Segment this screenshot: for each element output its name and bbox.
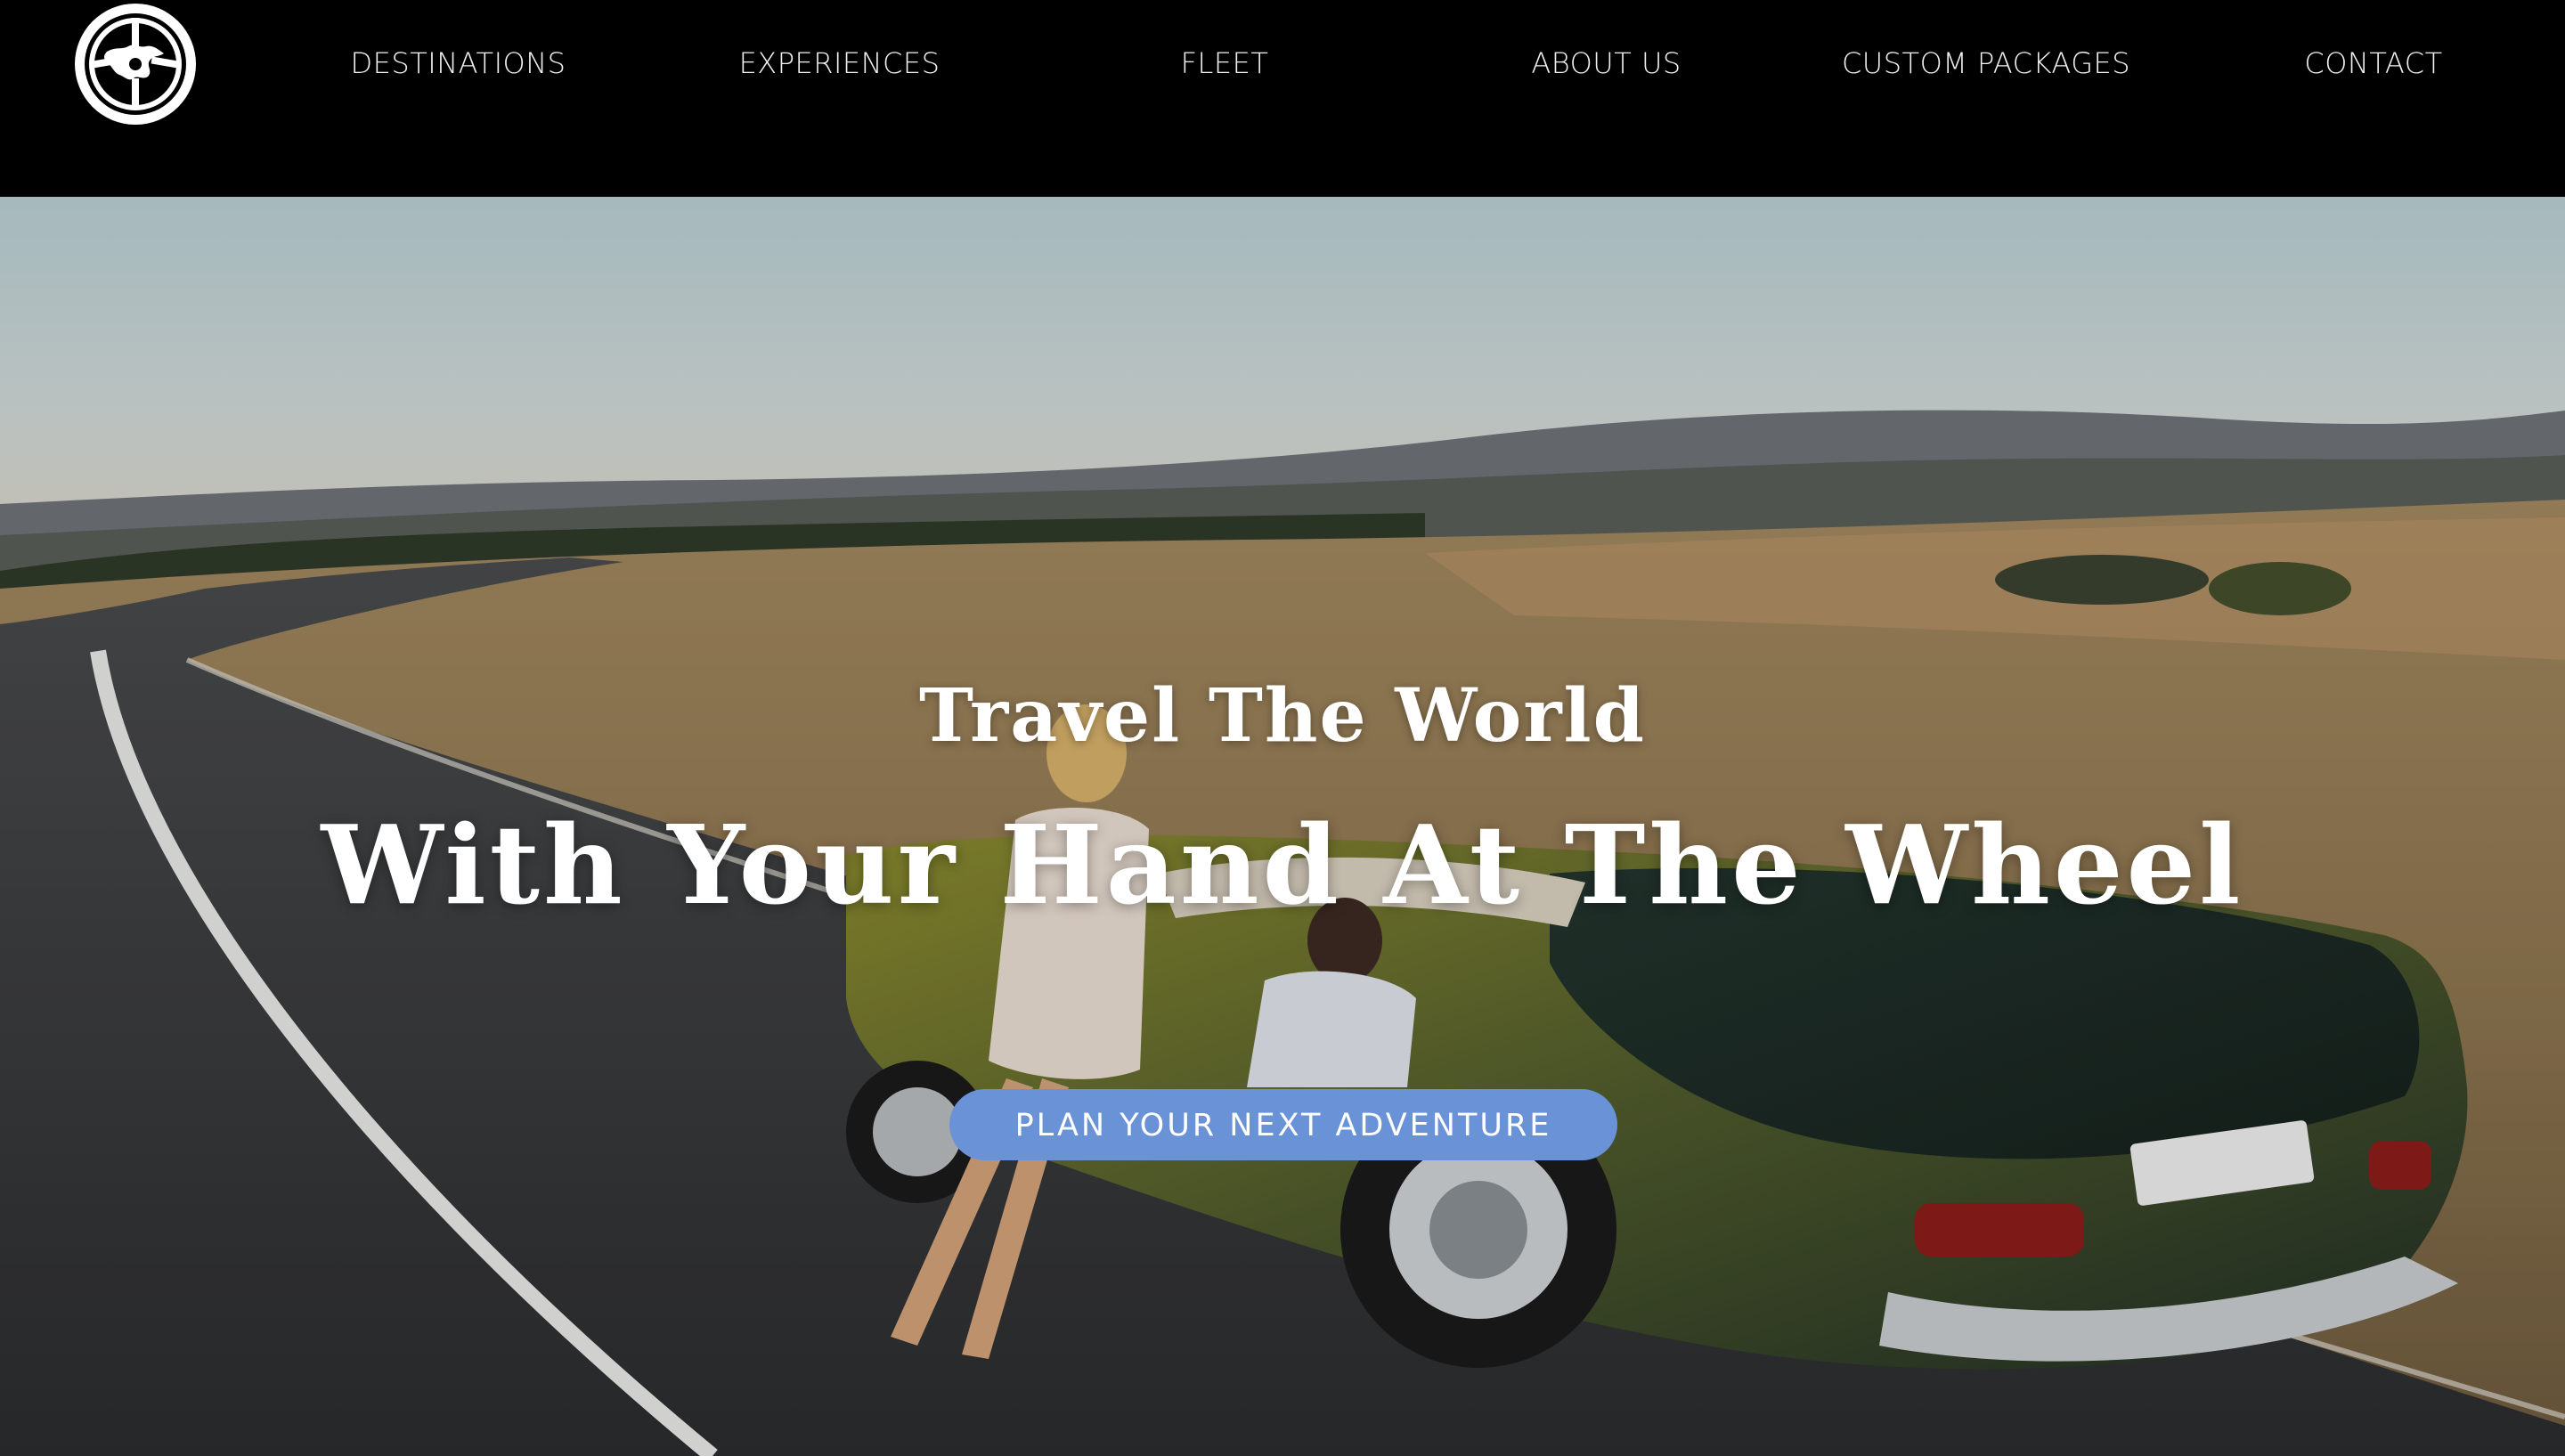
- nav-fleet[interactable]: FLEET: [1149, 43, 1300, 84]
- nav-custom-packages[interactable]: CUSTOM PACKAGES: [1835, 43, 2138, 84]
- nav-about-us[interactable]: ABOUT US: [1514, 43, 1698, 84]
- top-navigation-bar: DESTINATIONS EXPERIENCES FLEET ABOUT US …: [0, 0, 2565, 197]
- plan-adventure-button[interactable]: PLAN YOUR NEXT ADVENTURE: [949, 1089, 1617, 1160]
- nav-contact[interactable]: CONTACT: [2289, 43, 2458, 84]
- page: DESTINATIONS EXPERIENCES FLEET ABOUT US …: [0, 0, 2565, 1456]
- nav-destinations[interactable]: DESTINATIONS: [349, 43, 567, 84]
- steering-wheel-globe-icon: [75, 4, 196, 125]
- hero-section: Travel The World With Your Hand At The W…: [0, 197, 2565, 1456]
- hero-title: With Your Hand At The Wheel: [321, 800, 2244, 929]
- hero-subtitle: Travel The World: [918, 673, 1647, 760]
- logo[interactable]: [71, 0, 200, 129]
- nav-experiences[interactable]: EXPERIENCES: [730, 43, 949, 84]
